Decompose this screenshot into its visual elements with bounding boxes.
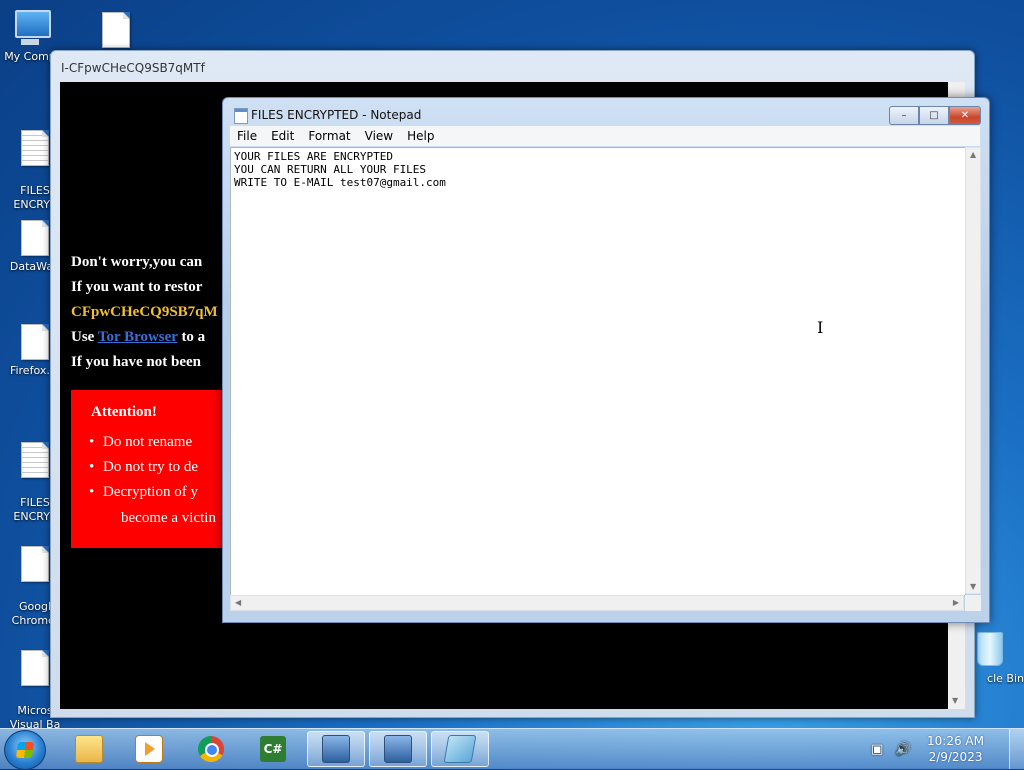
document-text: YOUR FILES ARE ENCRYPTED YOU CAN RETURN … bbox=[234, 150, 446, 189]
scroll-down-arrow-icon[interactable]: ▼ bbox=[952, 696, 958, 705]
menu-file[interactable]: File bbox=[230, 129, 264, 143]
menu-edit[interactable]: Edit bbox=[264, 129, 301, 143]
menu-bar: File Edit Format View Help bbox=[230, 126, 980, 146]
setup-icon bbox=[322, 735, 350, 763]
close-button[interactable]: ✕ bbox=[949, 106, 981, 125]
ransom-line: Don't worry,you can bbox=[71, 254, 203, 270]
taskbar: C# ▣ 🔊 10:26 AM 2/9/2023 bbox=[0, 728, 1024, 770]
minimize-button[interactable]: – bbox=[889, 106, 919, 125]
clock-date: 2/9/2023 bbox=[928, 750, 983, 764]
window-title: FILES ENCRYPTED - Notepad bbox=[251, 108, 422, 122]
tor-browser-link[interactable]: Tor Browser bbox=[98, 329, 178, 345]
taskbar-explorer-button[interactable] bbox=[60, 731, 118, 767]
attention-item: Do not rename bbox=[89, 434, 198, 451]
media-player-icon bbox=[135, 735, 163, 763]
taskbar-setup-button[interactable] bbox=[307, 731, 365, 767]
maximize-button[interactable]: □ bbox=[919, 106, 949, 125]
taskbar-media-player-button[interactable] bbox=[120, 731, 178, 767]
computer-icon bbox=[15, 10, 51, 48]
resize-grip[interactable] bbox=[965, 595, 981, 611]
attention-heading: Attention! bbox=[91, 404, 157, 420]
recycle-bin-icon bbox=[975, 632, 1005, 670]
ransom-id-line: CFpwCHeCQ9SB7qM bbox=[71, 304, 218, 320]
file-icon bbox=[20, 324, 50, 362]
scroll-right-arrow-icon[interactable]: ▶ bbox=[953, 598, 959, 607]
file-icon bbox=[101, 12, 131, 50]
scroll-left-arrow-icon[interactable]: ◀ bbox=[235, 598, 241, 607]
show-desktop-button[interactable] bbox=[1009, 729, 1024, 769]
vertical-scrollbar[interactable]: ▲ ▼ bbox=[965, 147, 981, 594]
setup-icon bbox=[384, 735, 412, 763]
file-icon bbox=[20, 546, 50, 584]
menu-format[interactable]: Format bbox=[301, 129, 357, 143]
horizontal-scrollbar[interactable]: ◀ ▶ bbox=[230, 595, 964, 611]
text-file-icon bbox=[20, 442, 50, 480]
start-button[interactable] bbox=[4, 730, 46, 770]
attention-item-continuation: become a victin bbox=[121, 510, 216, 526]
text-editor[interactable]: YOUR FILES ARE ENCRYPTED YOU CAN RETURN … bbox=[230, 147, 966, 596]
file-icon bbox=[20, 650, 50, 688]
window-controls: – □ ✕ bbox=[889, 106, 981, 125]
notepad-icon bbox=[443, 735, 477, 763]
chrome-icon bbox=[198, 736, 224, 762]
csharp-icon: C# bbox=[260, 736, 286, 762]
scroll-down-arrow-icon[interactable]: ▼ bbox=[970, 582, 976, 591]
menu-view[interactable]: View bbox=[358, 129, 400, 143]
network-icon[interactable]: ▣ bbox=[871, 742, 885, 757]
ransom-line: If you have not been bbox=[71, 354, 202, 370]
clock[interactable]: 10:26 AM 2/9/2023 bbox=[927, 733, 984, 765]
attention-item: Decryption of y bbox=[89, 484, 198, 501]
attention-item: Do not try to de bbox=[89, 459, 198, 476]
text-file-icon bbox=[20, 130, 50, 168]
volume-icon[interactable]: 🔊 bbox=[895, 742, 911, 757]
attention-box: Attention! Do not rename Do not try to d… bbox=[71, 390, 231, 548]
desktop-file-icon[interactable] bbox=[80, 12, 152, 52]
clock-time: 10:26 AM bbox=[927, 734, 984, 748]
folder-icon bbox=[75, 735, 103, 763]
scroll-up-arrow-icon[interactable]: ▲ bbox=[970, 150, 976, 159]
notepad-icon bbox=[234, 108, 248, 124]
file-icon bbox=[20, 220, 50, 258]
taskbar-notepad-button[interactable] bbox=[431, 731, 489, 767]
taskbar-setup-button-2[interactable] bbox=[369, 731, 427, 767]
ransom-line-prefix: Use bbox=[71, 329, 98, 345]
ransom-tor-line: Use Tor Browser to a bbox=[71, 329, 205, 346]
taskbar-chrome-button[interactable] bbox=[182, 731, 240, 767]
ransom-line-suffix: to a bbox=[177, 329, 206, 345]
text-cursor-icon: I bbox=[817, 318, 824, 337]
ransom-line: If you want to restor bbox=[71, 279, 203, 295]
taskbar-csharp-button[interactable]: C# bbox=[244, 731, 302, 767]
window-title: I-CFpwCHeCQ9SB7qMTf bbox=[61, 61, 205, 75]
menu-help[interactable]: Help bbox=[400, 129, 441, 143]
attention-list: Do not rename Do not try to de Decryptio… bbox=[89, 434, 198, 509]
notepad-window[interactable]: FILES ENCRYPTED - Notepad – □ ✕ File Edi… bbox=[222, 97, 990, 623]
system-tray: ▣ 🔊 10:26 AM 2/9/2023 bbox=[871, 729, 984, 769]
